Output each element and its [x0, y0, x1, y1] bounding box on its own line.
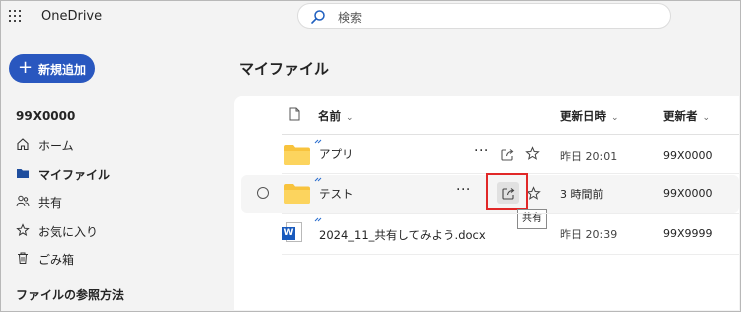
modified-date: 3 時間前: [560, 188, 604, 201]
table-row[interactable]: アプリ ··· 昨日 20:01 99X0000: [282, 139, 739, 170]
column-header-name[interactable]: 名前 ⌄: [318, 108, 354, 124]
page-title: マイファイル: [239, 60, 330, 78]
share-icon[interactable]: [500, 147, 515, 162]
column-header-modified[interactable]: 更新日時 ⌄: [560, 108, 619, 124]
row-divider: [282, 254, 739, 255]
modified-by: 99X9999: [663, 227, 713, 240]
trash-icon: [18, 252, 28, 264]
file-type-icon: [289, 107, 300, 121]
more-icon[interactable]: ···: [456, 182, 471, 198]
sidebar-item-label: マイファイル: [38, 168, 111, 182]
star-icon[interactable]: [525, 146, 540, 161]
sidebar-item-favorites[interactable]: お気に入り: [16, 221, 216, 241]
star-icon[interactable]: [526, 186, 541, 201]
chevron-down-icon: ⌄: [346, 113, 354, 123]
sidebar-item-shared[interactable]: 共有: [16, 192, 216, 212]
home-icon: [17, 138, 29, 151]
chevron-down-icon: ⌄: [702, 113, 711, 123]
modified-date: 昨日 20:39: [560, 228, 618, 241]
search-icon: [311, 10, 325, 24]
row-select-radio[interactable]: [257, 187, 269, 199]
sidebar-item-label: ごみ箱: [38, 253, 75, 267]
search-box[interactable]: 検索: [297, 3, 671, 29]
new-button-label: 新規追加: [38, 63, 87, 77]
folder-icon: [284, 184, 310, 204]
modified-by: 99X0000: [663, 187, 713, 200]
sidebar-item-label: お気に入り: [38, 225, 99, 239]
sidebar-item-home[interactable]: ホーム: [16, 135, 216, 155]
new-button[interactable]: + 新規追加: [9, 54, 95, 83]
sync-icon: [314, 139, 322, 144]
search-placeholder: 検索: [338, 11, 363, 25]
word-icon: W: [282, 227, 295, 240]
file-name[interactable]: 2024_11_共有してみよう.docx: [319, 227, 486, 243]
star-icon: [16, 223, 30, 237]
more-icon[interactable]: ···: [474, 143, 489, 159]
table-row[interactable]: W 2024_11_共有してみよう.docx 昨日 20:39 99X9999: [282, 217, 739, 250]
folder-icon: [284, 145, 310, 165]
column-label: 名前: [318, 109, 341, 123]
modified-date: 昨日 20:01: [560, 150, 618, 163]
sidebar-item-label: 共有: [38, 196, 63, 210]
user-name: 99X0000: [16, 109, 76, 123]
file-name[interactable]: テスト: [319, 186, 354, 202]
file-name[interactable]: アプリ: [319, 146, 354, 162]
folder-icon: [17, 169, 29, 178]
people-icon: [16, 195, 30, 207]
chevron-down-icon: ⌄: [611, 113, 619, 123]
sidebar-item-my-files[interactable]: マイファイル: [16, 164, 216, 184]
column-label: 更新日時: [560, 109, 606, 123]
app-launcher-icon[interactable]: [9, 10, 21, 22]
column-header-modified-by[interactable]: 更新者 ⌄: [663, 108, 710, 124]
app-name: OneDrive: [41, 9, 103, 24]
section-title: ファイルの参照方法: [16, 288, 125, 302]
plus-icon: +: [18, 57, 34, 78]
row-divider: [282, 213, 739, 214]
header-divider: [282, 134, 739, 135]
sync-icon: [314, 217, 322, 222]
column-label: 更新者: [663, 109, 698, 123]
sidebar-item-label: ホーム: [38, 139, 74, 153]
sync-icon: [314, 177, 322, 182]
modified-by: 99X0000: [663, 149, 713, 162]
sidebar-item-trash[interactable]: ごみ箱: [16, 249, 216, 269]
highlight-box: [486, 173, 528, 210]
